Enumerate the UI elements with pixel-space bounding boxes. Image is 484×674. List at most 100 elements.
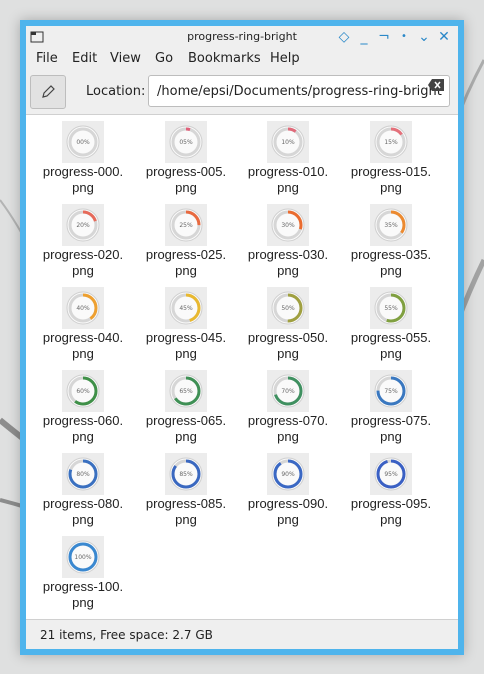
- progress-label: 90%: [281, 471, 295, 478]
- file-item[interactable]: 75% progress-075. png: [346, 370, 436, 445]
- progress-label: 30%: [281, 222, 295, 229]
- menu-view[interactable]: View: [110, 51, 141, 66]
- pencil-icon: [42, 85, 55, 98]
- minimize-icon[interactable]: _: [356, 29, 372, 45]
- file-item[interactable]: 50% progress-050. png: [243, 287, 333, 362]
- menu-go[interactable]: Go: [155, 51, 173, 66]
- file-extension-line: png: [380, 263, 402, 278]
- progress-ring-icon: 35%: [374, 208, 408, 242]
- file-item[interactable]: 90% progress-090. png: [243, 453, 333, 528]
- file-name: progress-075. png: [346, 413, 436, 445]
- close-icon[interactable]: ✕: [436, 29, 452, 45]
- file-manager-window: progress-ring-bright ◇ _ ¬ • ⌄ ✕ File Ed…: [20, 20, 464, 655]
- file-item[interactable]: 80% progress-080. png: [38, 453, 128, 528]
- shade-icon[interactable]: •: [396, 29, 412, 45]
- thumbnail: 15%: [370, 121, 412, 163]
- progress-label: 55%: [384, 305, 398, 312]
- file-name-line: progress-060.: [42, 413, 124, 428]
- file-extension-line: png: [380, 180, 402, 195]
- progress-label: 05%: [179, 139, 193, 146]
- progress-ring-icon: 60%: [66, 374, 100, 408]
- file-name-line: progress-005.: [145, 164, 227, 179]
- progress-label: 50%: [281, 305, 295, 312]
- file-name-line: progress-065.: [145, 413, 227, 428]
- file-extension-line: png: [175, 346, 197, 361]
- file-name: progress-050. png: [243, 330, 333, 362]
- file-item[interactable]: 15% progress-015. png: [346, 121, 436, 196]
- file-item[interactable]: 100% progress-100. png: [38, 536, 128, 611]
- title-bar[interactable]: progress-ring-bright ◇ _ ¬ • ⌄ ✕: [26, 26, 458, 48]
- file-name: progress-100. png: [38, 579, 128, 611]
- location-input[interactable]: /home/epsi/Documents/progress-ring-brigh…: [148, 75, 450, 107]
- menu-down-icon[interactable]: ⌄: [416, 29, 432, 45]
- file-item[interactable]: 30% progress-030. png: [243, 204, 333, 279]
- thumbnail: 100%: [62, 536, 104, 578]
- file-name: progress-060. png: [38, 413, 128, 445]
- edit-location-button[interactable]: [30, 75, 66, 109]
- file-name-line: progress-030.: [247, 247, 329, 262]
- file-item[interactable]: 25% progress-025. png: [141, 204, 231, 279]
- thumbnail: 65%: [165, 370, 207, 412]
- file-extension-line: png: [72, 429, 94, 444]
- file-extension-line: png: [380, 512, 402, 527]
- file-item[interactable]: 20% progress-020. png: [38, 204, 128, 279]
- status-text: 21 items, Free space: 2.7 GB: [40, 628, 213, 642]
- file-icon-view[interactable]: 00% progress-000. png 05% progress-005. png 10…: [26, 115, 458, 619]
- progress-ring-icon: 65%: [169, 374, 203, 408]
- progress-label: 85%: [179, 471, 193, 478]
- file-extension-line: png: [72, 263, 94, 278]
- file-extension-line: png: [380, 429, 402, 444]
- menu-bookmarks[interactable]: Bookmarks: [188, 51, 261, 66]
- file-name: progress-025. png: [141, 247, 231, 279]
- progress-ring-icon: 100%: [66, 540, 100, 574]
- file-item[interactable]: 35% progress-035. png: [346, 204, 436, 279]
- file-item[interactable]: 55% progress-055. png: [346, 287, 436, 362]
- file-name-line: progress-010.: [247, 164, 329, 179]
- menu-file[interactable]: File: [36, 51, 58, 66]
- thumbnail: 50%: [267, 287, 309, 329]
- thumbnail: 85%: [165, 453, 207, 495]
- file-item[interactable]: 00% progress-000. png: [38, 121, 128, 196]
- keep-above-icon[interactable]: ◇: [336, 29, 352, 45]
- thumbnail: 30%: [267, 204, 309, 246]
- file-name-line: progress-025.: [145, 247, 227, 262]
- file-item[interactable]: 60% progress-060. png: [38, 370, 128, 445]
- file-name: progress-045. png: [141, 330, 231, 362]
- progress-label: 20%: [76, 222, 90, 229]
- file-item[interactable]: 40% progress-040. png: [38, 287, 128, 362]
- progress-label: 40%: [76, 305, 90, 312]
- window-body: progress-ring-bright ◇ _ ¬ • ⌄ ✕ File Ed…: [26, 26, 458, 649]
- file-name-line: progress-075.: [350, 413, 432, 428]
- maximize-icon[interactable]: ¬: [376, 29, 392, 45]
- file-item[interactable]: 65% progress-065. png: [141, 370, 231, 445]
- thumbnail: 95%: [370, 453, 412, 495]
- menu-edit[interactable]: Edit: [72, 51, 97, 66]
- file-item[interactable]: 85% progress-085. png: [141, 453, 231, 528]
- file-extension-line: png: [277, 346, 299, 361]
- file-item[interactable]: 70% progress-070. png: [243, 370, 333, 445]
- thumbnail: 00%: [62, 121, 104, 163]
- file-name: progress-020. png: [38, 247, 128, 279]
- progress-label: 35%: [384, 222, 398, 229]
- menu-help[interactable]: Help: [270, 51, 300, 66]
- clear-location-icon[interactable]: [428, 79, 444, 91]
- file-name-line: progress-100.: [42, 579, 124, 594]
- window-title: progress-ring-bright: [187, 30, 297, 43]
- file-extension-line: png: [175, 512, 197, 527]
- file-item[interactable]: 95% progress-095. png: [346, 453, 436, 528]
- thumbnail: 35%: [370, 204, 412, 246]
- file-item[interactable]: 45% progress-045. png: [141, 287, 231, 362]
- progress-ring-icon: 55%: [374, 291, 408, 325]
- file-item[interactable]: 05% progress-005. png: [141, 121, 231, 196]
- progress-ring-icon: 20%: [66, 208, 100, 242]
- file-name-line: progress-000.: [42, 164, 124, 179]
- file-extension-line: png: [72, 595, 94, 610]
- progress-ring-icon: 75%: [374, 374, 408, 408]
- progress-label: 95%: [384, 471, 398, 478]
- file-item[interactable]: 10% progress-010. png: [243, 121, 333, 196]
- progress-ring-icon: 10%: [271, 125, 305, 159]
- progress-label: 100%: [74, 554, 91, 561]
- progress-ring-icon: 00%: [66, 125, 100, 159]
- thumbnail: 45%: [165, 287, 207, 329]
- file-name: progress-005. png: [141, 164, 231, 196]
